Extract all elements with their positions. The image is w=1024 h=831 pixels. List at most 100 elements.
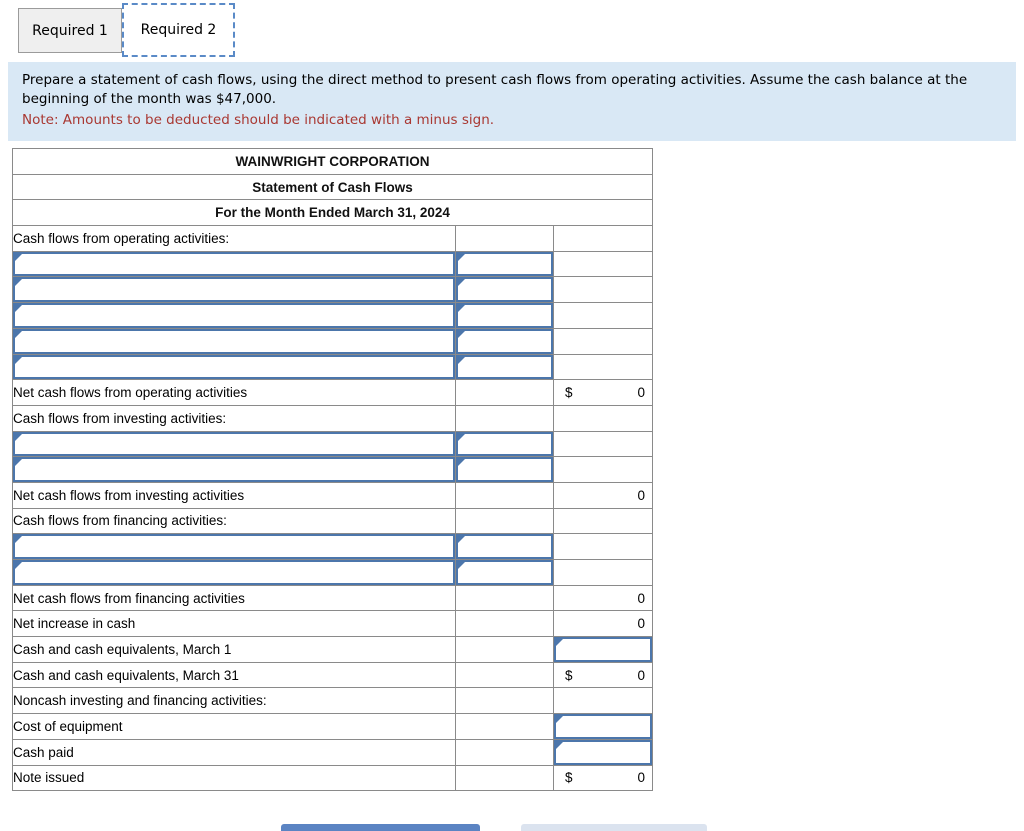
investing-item-dropdown-1[interactable] [13, 431, 455, 457]
financing-amount-input-2[interactable] [456, 560, 553, 585]
section-label-operating: Cash flows from operating activities: [12, 225, 456, 252]
subtotal-financing-value: 0 [637, 590, 646, 606]
operating-amount-input-4[interactable] [456, 328, 553, 354]
cash-paid-label: Cash paid [12, 738, 456, 766]
subtotal-label-investing: Net cash flows from investing activities [12, 481, 456, 509]
statement-company-title: WAINWRIGHT CORPORATION [11, 148, 654, 175]
empty-cell [552, 327, 654, 355]
dropdown-marker-icon [15, 459, 22, 467]
dropdown-marker-icon [458, 279, 465, 287]
empty-cell [455, 713, 554, 740]
currency-symbol: $ [565, 667, 573, 683]
empty-cell [455, 661, 554, 689]
noncash-section-label: Noncash investing and financing activiti… [12, 687, 456, 715]
empty-cell [455, 584, 554, 612]
operating-item-dropdown-4[interactable] [13, 328, 455, 354]
dropdown-marker-icon [15, 330, 22, 338]
dropdown-marker-icon [458, 356, 465, 364]
operating-amount-input-1[interactable] [456, 251, 553, 277]
empty-cell [455, 225, 554, 252]
cash-march31-label: Cash and cash equivalents, March 31 [12, 661, 456, 689]
instruction-note: Note: Amounts to be deducted should be i… [22, 112, 495, 128]
tab-required-1[interactable]: Required 1 [18, 8, 122, 53]
dropdown-marker-icon [15, 305, 22, 313]
financing-amount-cell-1 [455, 533, 554, 560]
operating-item-cell-3 [12, 302, 456, 329]
operating-amount-cell-5 [455, 353, 554, 381]
operating-amount-cell-3 [455, 302, 554, 329]
empty-cell [552, 302, 654, 329]
subtotal-financing-cell: 0 [552, 584, 654, 612]
financing-item-dropdown-2[interactable] [13, 560, 455, 585]
bottom-nav-button-previous[interactable] [281, 824, 480, 831]
cash-march31-total-cell: $0 [552, 661, 654, 689]
subtotal-operating-cell: $0 [552, 379, 654, 406]
operating-item-dropdown-3[interactable] [13, 303, 455, 328]
investing-amount-input-1[interactable] [456, 431, 553, 457]
assignment-screen: Required 1 Required 2 Prepare a statemen… [0, 0, 1024, 831]
empty-cell [455, 507, 554, 535]
investing-item-cell-2 [12, 456, 456, 483]
empty-cell [552, 430, 654, 458]
investing-amount-input-2[interactable] [456, 457, 553, 482]
dropdown-marker-icon [458, 562, 465, 569]
dropdown-marker-icon [556, 639, 563, 647]
dropdown-marker-icon [15, 562, 22, 569]
note-issued-total-cell: $0 [552, 764, 654, 792]
investing-amount-cell-2 [455, 456, 554, 483]
empty-cell [552, 507, 654, 535]
empty-cell [455, 481, 554, 509]
subtotal-investing-value: 0 [637, 487, 646, 503]
operating-item-dropdown-1[interactable] [13, 251, 455, 277]
section-label-financing: Cash flows from financing activities: [12, 507, 456, 535]
empty-cell [552, 225, 654, 252]
empty-cell [455, 404, 554, 432]
empty-cell [455, 636, 554, 663]
financing-amount-cell-2 [455, 559, 554, 586]
financing-item-dropdown-1[interactable] [13, 534, 455, 559]
financing-item-cell-1 [12, 533, 456, 560]
operating-item-dropdown-2[interactable] [13, 277, 455, 303]
bottom-nav-button-next[interactable] [521, 824, 707, 831]
net-increase-value: 0 [637, 616, 646, 632]
cost-of-equipment-label: Cost of equipment [12, 713, 456, 740]
statement-period: For the Month Ended March 31, 2024 [11, 199, 654, 227]
empty-cell [552, 687, 654, 715]
cash-flow-statement-table: WAINWRIGHT CORPORATION Statement of Cash… [11, 148, 654, 792]
net-increase-cell: 0 [552, 610, 654, 638]
empty-cell [552, 533, 654, 560]
subtotal-investing-cell: 0 [552, 481, 654, 509]
financing-amount-input-1[interactable] [456, 534, 553, 559]
instruction-text: Prepare a statement of cash flows, using… [22, 72, 968, 107]
tab-required-2[interactable]: Required 2 [122, 3, 235, 57]
dropdown-marker-icon [458, 253, 465, 261]
empty-cell [455, 687, 554, 715]
cost-of-equipment-cell [552, 713, 654, 740]
cash-paid-input[interactable] [554, 739, 653, 765]
empty-cell [552, 353, 654, 381]
cash-march1-input[interactable] [554, 637, 653, 662]
cash-paid-cell [552, 738, 654, 766]
empty-cell [455, 379, 554, 406]
statement-subtitle: Statement of Cash Flows [11, 173, 654, 201]
note-issued-value: 0 [637, 770, 646, 786]
operating-amount-input-5[interactable] [456, 354, 553, 380]
net-increase-label: Net increase in cash [12, 610, 456, 638]
empty-cell [455, 738, 554, 766]
operating-amount-input-2[interactable] [456, 277, 553, 303]
currency-symbol: $ [565, 385, 573, 401]
operating-amount-cell-1 [455, 250, 554, 278]
dropdown-marker-icon [556, 741, 563, 749]
empty-cell [552, 559, 654, 586]
dropdown-marker-icon [15, 536, 22, 544]
empty-cell [552, 456, 654, 483]
investing-item-dropdown-2[interactable] [13, 457, 455, 482]
empty-cell [455, 610, 554, 638]
empty-cell [455, 764, 554, 792]
dropdown-marker-icon [556, 716, 563, 724]
operating-item-dropdown-5[interactable] [13, 354, 455, 380]
investing-amount-cell-1 [455, 430, 554, 458]
operating-amount-input-3[interactable] [456, 303, 553, 328]
cost-of-equipment-input[interactable] [554, 714, 653, 739]
empty-cell [552, 250, 654, 278]
